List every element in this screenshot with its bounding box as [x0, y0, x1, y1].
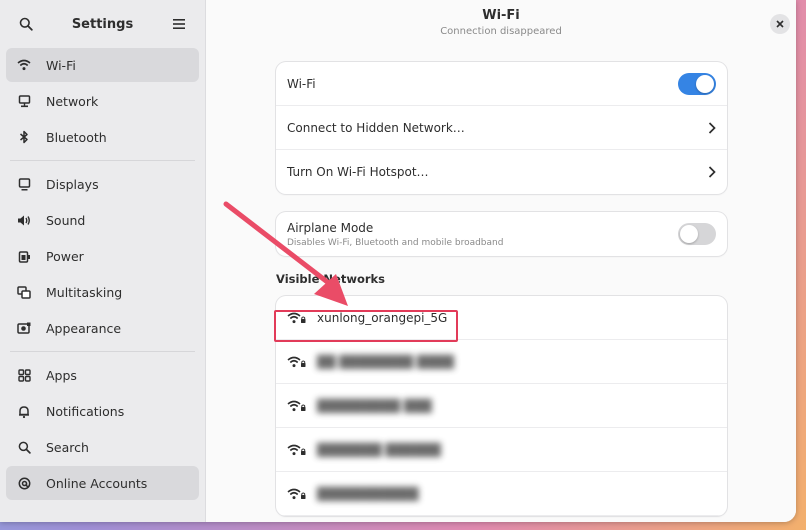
network-icon [16, 93, 32, 109]
wifi-label: Wi-Fi [287, 76, 316, 91]
airplane-mode-row[interactable]: Airplane Mode Disables Wi-Fi, Bluetooth … [276, 212, 727, 256]
wifi-secure-icon [287, 488, 309, 500]
network-row[interactable]: ███████ ██████ [276, 428, 727, 472]
hotspot-label: Turn On Wi-Fi Hotspot… [287, 165, 429, 179]
sidebar-item-bluetooth[interactable]: Bluetooth [6, 120, 199, 154]
network-row[interactable]: █████████ ███ [276, 384, 727, 428]
sidebar-item-power[interactable]: Power [6, 239, 199, 273]
airplane-label: Airplane Mode [287, 220, 374, 235]
sidebar-item-label: Wi-Fi [46, 57, 76, 73]
network-row[interactable]: ██ ████████ ████ [276, 340, 727, 384]
wifi-secure-icon [287, 400, 309, 412]
airplane-text: Airplane Mode Disables Wi-Fi, Bluetooth … [287, 221, 503, 248]
hamburger-menu-icon [173, 19, 185, 29]
power-icon [16, 248, 32, 264]
visible-networks-heading: Visible Networks [276, 272, 386, 286]
switch-knob [696, 74, 714, 93]
airplane-description: Disables Wi-Fi, Bluetooth and mobile bro… [287, 237, 504, 248]
apps-icon [16, 367, 32, 383]
hidden-network-row[interactable]: Connect to Hidden Network… [276, 106, 727, 150]
wifi-toggle-row[interactable]: Wi-Fi [276, 62, 727, 106]
page-subtitle: Connection disappeared [440, 26, 562, 37]
sidebar-item-label: Bluetooth [46, 129, 107, 145]
sidebar-item-label: Search [46, 439, 89, 455]
wifi-settings-card: Wi-Fi Connect to Hidden Network… Turn On… [276, 62, 727, 194]
settings-window: Settings Wi-Fi Network Bluetooth Display… [0, 0, 796, 522]
search-icon [16, 439, 32, 455]
sidebar-item-search[interactable]: Search [6, 430, 199, 464]
sidebar-item-network[interactable]: Network [6, 84, 199, 118]
wifi-icon [16, 57, 32, 73]
sidebar-separator [10, 351, 195, 352]
sidebar: Settings Wi-Fi Network Bluetooth Display… [0, 0, 206, 522]
network-ssid: ███████ ██████ [317, 442, 441, 457]
page-title: Wi-Fi [482, 8, 520, 23]
chevron-right-icon [708, 166, 716, 178]
sidebar-item-label: Displays [46, 176, 99, 192]
hotspot-row[interactable]: Turn On Wi-Fi Hotspot… [276, 150, 727, 194]
sound-icon [16, 212, 32, 228]
sidebar-item-label: Notifications [46, 403, 125, 419]
sidebar-item-label: Apps [46, 367, 77, 383]
search-button[interactable] [14, 12, 38, 36]
bluetooth-icon [16, 129, 32, 145]
hidden-network-label: Connect to Hidden Network… [287, 120, 465, 135]
network-ssid: █████████ ███ [317, 398, 432, 413]
menu-button[interactable] [167, 12, 191, 36]
sidebar-item-label: Sound [46, 212, 86, 228]
chevron-right-icon [708, 121, 716, 134]
switch-knob [680, 225, 698, 243]
sidebar-item-apps[interactable]: Apps [6, 358, 199, 392]
sidebar-item-label: Power [46, 248, 84, 264]
main-panel: Wi-Fi Connection disappeared Wi-Fi Conne… [206, 0, 796, 522]
sidebar-item-online-accounts[interactable]: Online Accounts [6, 466, 199, 500]
at-icon [16, 475, 32, 491]
sidebar-title: Settings [71, 16, 134, 32]
network-ssid: ███████████ [317, 486, 419, 501]
sidebar-item-notifications[interactable]: Notifications [6, 394, 199, 428]
sidebar-item-multitasking[interactable]: Multitasking [6, 275, 199, 309]
sidebar-item-displays[interactable]: Displays [6, 167, 199, 201]
sidebar-item-label: Online Accounts [46, 475, 148, 491]
wifi-secure-icon [287, 356, 309, 368]
content: Wi-Fi Connect to Hidden Network… Turn On… [276, 62, 727, 516]
sidebar-header: Settings [0, 0, 205, 48]
annotation-highlight-box [274, 310, 458, 342]
sidebar-item-label: Network [46, 93, 99, 109]
sidebar-item-sound[interactable]: Sound [6, 203, 199, 237]
sidebar-item-label: Multitasking [46, 284, 123, 300]
display-icon [16, 176, 32, 192]
sidebar-item-appearance[interactable]: Appearance [6, 311, 199, 345]
search-icon [19, 17, 33, 31]
airplane-switch[interactable] [678, 223, 716, 245]
sidebar-list: Wi-Fi Network Bluetooth Displays Sound P… [0, 48, 205, 500]
appearance-icon [16, 320, 32, 336]
sidebar-separator [10, 160, 195, 161]
bell-icon [16, 403, 32, 419]
airplane-card: Airplane Mode Disables Wi-Fi, Bluetooth … [276, 212, 727, 256]
wifi-secure-icon [287, 444, 309, 456]
header-bar: Wi-Fi Connection disappeared [206, 0, 796, 44]
network-row[interactable]: ███████████ [276, 472, 727, 516]
sidebar-item-label: Appearance [46, 320, 122, 336]
multitasking-icon [16, 284, 32, 300]
close-icon [776, 20, 784, 28]
sidebar-item-wifi[interactable]: Wi-Fi [6, 48, 199, 82]
network-ssid: ██ ████████ ████ [317, 354, 454, 369]
close-button[interactable] [770, 14, 790, 34]
wifi-switch[interactable] [678, 72, 716, 95]
